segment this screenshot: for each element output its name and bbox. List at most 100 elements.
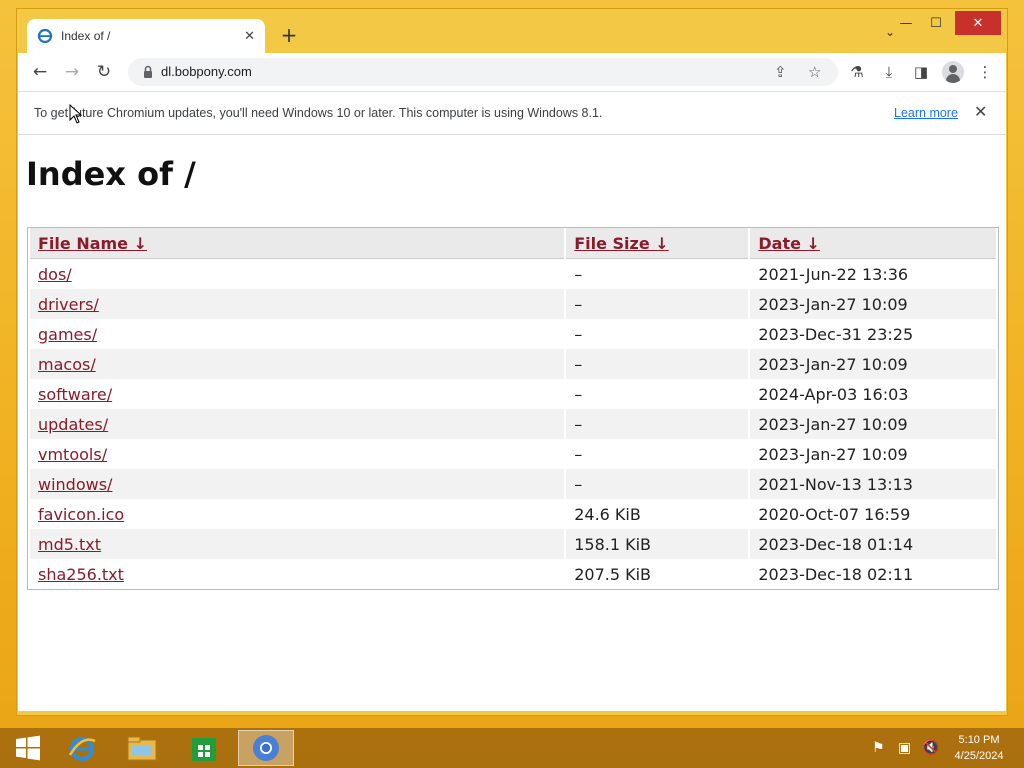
sort-file-name-link[interactable]: File Name ↓ bbox=[38, 234, 147, 253]
file-size-cell: – bbox=[574, 384, 583, 404]
new-tab-button[interactable]: + bbox=[277, 23, 301, 47]
file-link[interactable]: md5.txt bbox=[38, 535, 101, 554]
side-panel-icon[interactable]: ◨ bbox=[910, 61, 932, 83]
volume-muted-icon[interactable]: 🔇 bbox=[922, 740, 939, 756]
file-size-cell: 207.5 KiB bbox=[574, 564, 652, 584]
page-content: Index of / File Name ↓ File Size ↓ Date … bbox=[18, 135, 1006, 711]
column-header-file-name: File Name ↓ bbox=[30, 228, 565, 259]
clock-time: 5:10 PM bbox=[958, 734, 1000, 746]
file-link[interactable]: favicon.ico bbox=[38, 505, 124, 524]
table-row: software/ – 2024-Apr-03 16:03 bbox=[30, 379, 996, 409]
table-row: vmtools/ – 2023-Jan-27 10:09 bbox=[30, 439, 996, 469]
file-date-cell: 2023-Dec-31 23:25 bbox=[758, 324, 914, 344]
file-name-cell: macos/ bbox=[30, 349, 565, 379]
learn-more-link[interactable]: Learn more bbox=[894, 106, 958, 120]
file-name-cell: updates/ bbox=[30, 409, 565, 439]
address-bar[interactable]: dl.bobpony.com ⇪ ☆ bbox=[128, 58, 838, 86]
minimize-button[interactable]: — bbox=[891, 11, 921, 35]
file-size-cell: – bbox=[566, 289, 749, 319]
profile-avatar-icon[interactable] bbox=[942, 61, 964, 83]
file-date-cell: 2020-Oct-07 16:59 bbox=[758, 504, 911, 524]
file-date-cell: 2024-Apr-03 16:03 bbox=[758, 384, 909, 404]
clock-date: 4/25/2024 bbox=[954, 750, 1004, 762]
table-row: macos/ –2023-Jan-27 10:09 bbox=[30, 349, 996, 379]
mouse-cursor-icon bbox=[69, 104, 83, 124]
page-title: Index of / bbox=[26, 155, 196, 193]
file-name-cell: software/ bbox=[30, 379, 564, 409]
sort-date-link[interactable]: Date ↓ bbox=[758, 234, 820, 253]
lock-icon[interactable] bbox=[140, 64, 156, 80]
url-text[interactable]: dl.bobpony.com bbox=[161, 64, 252, 79]
file-size-cell: 158.1 KiB bbox=[566, 529, 749, 559]
taskbar-clock[interactable]: 5:10 PM 4/25/2024 bbox=[946, 732, 1012, 764]
table-row: dos/ – 2021-Jun-22 13:36 bbox=[30, 259, 996, 289]
file-size-cell: – bbox=[574, 444, 583, 464]
file-date-cell: 2021-Jun-22 13:36 bbox=[758, 264, 909, 284]
file-name-cell: vmtools/ bbox=[30, 439, 564, 469]
table-row: sha256.txt 207.5 KiB 2023-Dec-18 02:11 bbox=[30, 559, 996, 589]
labs-icon[interactable]: ⚗ bbox=[846, 61, 868, 83]
table-row: favicon.ico 24.6 KiB 2020-Oct-07 16:59 bbox=[30, 499, 996, 529]
bookmark-star-icon[interactable]: ☆ bbox=[808, 63, 821, 81]
tab-index[interactable]: Index of / ✕ bbox=[27, 19, 265, 53]
browser-window: — ☐ ✕ Index of / ✕ + ⌄ ← → ↻ dl.bobpony.… bbox=[16, 8, 1008, 716]
reload-button[interactable]: ↻ bbox=[92, 61, 116, 83]
infobar-close-icon[interactable]: ✕ bbox=[974, 102, 987, 121]
back-button[interactable]: ← bbox=[28, 61, 52, 83]
folder-icon bbox=[127, 736, 157, 761]
file-date-cell: 2021-Nov-13 13:13 bbox=[750, 469, 996, 499]
column-header-file-size: File Size ↓ bbox=[566, 228, 749, 259]
file-name-cell: drivers/ bbox=[30, 289, 565, 319]
taskbar-ie[interactable] bbox=[54, 730, 110, 766]
table-row: games/ – 2023-Dec-31 23:25 bbox=[30, 319, 996, 349]
file-link[interactable]: vmtools/ bbox=[38, 445, 107, 464]
file-link[interactable]: dos/ bbox=[38, 265, 72, 284]
start-button[interactable] bbox=[0, 730, 56, 766]
column-header-date: Date ↓ bbox=[750, 228, 996, 259]
file-size-cell: – bbox=[566, 409, 749, 439]
table-body: dos/–2021-Jun-22 13:36 drivers/–2023-Jan-… bbox=[30, 259, 996, 589]
file-date-cell: 2023-Dec-18 01:14 bbox=[750, 529, 996, 559]
file-link[interactable]: macos/ bbox=[38, 355, 96, 374]
maximize-button[interactable]: ☐ bbox=[921, 11, 951, 35]
file-size-cell: – bbox=[574, 264, 583, 284]
file-date-cell: 2023-Jan-27 10:09 bbox=[750, 289, 996, 319]
chromium-icon bbox=[253, 735, 279, 761]
file-date-cell: 2023-Dec-18 02:11 bbox=[758, 564, 914, 584]
taskbar-store[interactable] bbox=[176, 730, 232, 766]
infobar-message: To get future Chromium updates, you'll n… bbox=[34, 106, 603, 120]
tab-title: Index of / bbox=[61, 29, 111, 43]
close-window-button[interactable]: ✕ bbox=[955, 11, 1001, 35]
table-row: md5.txt 158.1 KiB 2023-Dec-18 01:14 bbox=[30, 529, 996, 559]
caption-buttons: — ☐ ✕ bbox=[891, 11, 1001, 35]
tab-close-icon[interactable]: ✕ bbox=[244, 29, 255, 44]
file-name-cell: games/ bbox=[30, 319, 564, 349]
file-link[interactable]: drivers/ bbox=[38, 295, 99, 314]
tab-search-icon[interactable]: ⌄ bbox=[885, 25, 895, 39]
file-date-cell: 2023-Jan-27 10:09 bbox=[750, 349, 996, 379]
download-icon[interactable]: ⤓ bbox=[878, 61, 900, 83]
file-link[interactable]: windows/ bbox=[38, 475, 112, 494]
flag-icon[interactable]: ⚑ bbox=[872, 740, 885, 756]
file-size-cell: – bbox=[574, 324, 583, 344]
taskbar-chromium[interactable] bbox=[238, 730, 294, 766]
file-link[interactable]: games/ bbox=[38, 325, 97, 344]
forward-button[interactable]: → bbox=[60, 61, 84, 83]
network-icon[interactable]: ▣ bbox=[898, 740, 911, 756]
table-header-row: File Name ↓ File Size ↓ Date ↓ bbox=[30, 228, 996, 259]
internet-explorer-icon bbox=[68, 737, 96, 761]
table-row: drivers/ –2023-Jan-27 10:09 bbox=[30, 289, 996, 319]
share-icon[interactable]: ⇪ bbox=[774, 63, 787, 81]
taskbar-file-explorer[interactable] bbox=[114, 730, 170, 766]
file-link[interactable]: sha256.txt bbox=[38, 565, 124, 584]
file-link[interactable]: updates/ bbox=[38, 415, 108, 434]
file-size-cell: – bbox=[566, 349, 749, 379]
sort-file-size-link[interactable]: File Size ↓ bbox=[574, 234, 668, 253]
ie-page-icon bbox=[37, 28, 53, 44]
file-link[interactable]: software/ bbox=[38, 385, 112, 404]
file-size-cell: 24.6 KiB bbox=[574, 504, 641, 524]
file-date-cell: 2023-Jan-27 10:09 bbox=[750, 409, 996, 439]
file-name-cell: favicon.ico bbox=[30, 499, 564, 529]
file-name-cell: windows/ bbox=[30, 469, 565, 499]
menu-kebab-icon[interactable]: ⋮ bbox=[974, 61, 996, 83]
